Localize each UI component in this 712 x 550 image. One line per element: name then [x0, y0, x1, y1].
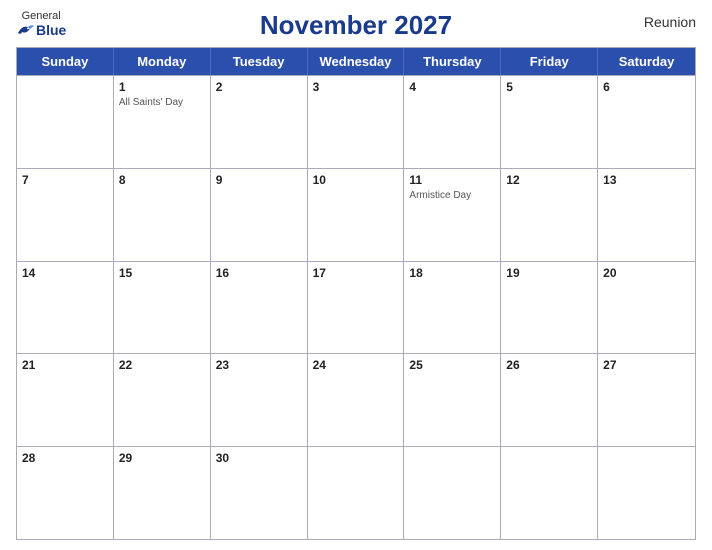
table-row: 21: [17, 354, 114, 446]
day-number: 11: [409, 172, 495, 189]
day-number: 8: [119, 172, 205, 189]
header-tuesday: Tuesday: [211, 48, 308, 75]
day-number: 4: [409, 79, 495, 96]
day-number: 26: [506, 357, 592, 374]
week-row-2: 789 10 11Armistice Day 12 13: [17, 168, 695, 261]
table-row: 15: [114, 262, 211, 354]
calendar-grid: Sunday Monday Tuesday Wednesday Thursday…: [16, 47, 696, 540]
day-number: 28: [22, 450, 108, 467]
table-row: 2: [211, 76, 308, 168]
day-number: 29: [119, 450, 205, 467]
table-row: 8: [114, 169, 211, 261]
table-row: 18: [404, 262, 501, 354]
table-row: 29: [114, 447, 211, 539]
table-row: 5: [501, 76, 598, 168]
header-sunday: Sunday: [17, 48, 114, 75]
week-row-3: 14 15 16 17 18 19 20: [17, 261, 695, 354]
table-row: 28: [17, 447, 114, 539]
table-row: 25: [404, 354, 501, 446]
day-number: 27: [603, 357, 690, 374]
day-number: 3: [313, 79, 399, 96]
day-number: 5: [506, 79, 592, 96]
day-number: 18: [409, 265, 495, 282]
weekday-header-row: Sunday Monday Tuesday Wednesday Thursday…: [17, 48, 695, 75]
table-row: 23: [211, 354, 308, 446]
calendar-page: General Blue November 2027 Reunion Sunda…: [0, 0, 712, 550]
table-row: 4: [404, 76, 501, 168]
day-number: 6: [603, 79, 690, 96]
table-row: 19: [501, 262, 598, 354]
table-row: 24: [308, 354, 405, 446]
table-row: [598, 447, 695, 539]
week-row-4: 21 22 23 24 25 26 27: [17, 353, 695, 446]
table-row: [501, 447, 598, 539]
logo-bird-icon: [16, 23, 34, 37]
calendar-header: General Blue November 2027 Reunion: [16, 10, 696, 41]
day-number: 10: [313, 172, 399, 189]
day-number: 7: [22, 172, 108, 189]
day-number: 2: [216, 79, 302, 96]
day-number: 17: [313, 265, 399, 282]
day-number: 30: [216, 450, 302, 467]
table-row: [17, 76, 114, 168]
day-number: 1: [119, 79, 205, 96]
table-row: 12: [501, 169, 598, 261]
table-row: 11Armistice Day: [404, 169, 501, 261]
table-row: 3: [308, 76, 405, 168]
region-label: Reunion: [644, 14, 696, 30]
logo-general-text: General: [22, 10, 61, 22]
day-number: 9: [216, 172, 302, 189]
header-friday: Friday: [501, 48, 598, 75]
week-row-1: 1All Saints' Day 23456: [17, 75, 695, 168]
day-number: 23: [216, 357, 302, 374]
table-row: 10: [308, 169, 405, 261]
day-number: 16: [216, 265, 302, 282]
day-number: 12: [506, 172, 592, 189]
day-number: 20: [603, 265, 690, 282]
header-saturday: Saturday: [598, 48, 695, 75]
table-row: 26: [501, 354, 598, 446]
logo-blue-text: Blue: [16, 22, 66, 38]
day-number: 14: [22, 265, 108, 282]
table-row: 17: [308, 262, 405, 354]
table-row: 1All Saints' Day: [114, 76, 211, 168]
day-number: 25: [409, 357, 495, 374]
calendar-body: 1All Saints' Day234567891011Armistice Da…: [17, 75, 695, 539]
table-row: [308, 447, 405, 539]
week-row-5: 28 29 30: [17, 446, 695, 539]
table-row: 6: [598, 76, 695, 168]
table-row: 14: [17, 262, 114, 354]
day-number: 24: [313, 357, 399, 374]
day-number: 21: [22, 357, 108, 374]
header-monday: Monday: [114, 48, 211, 75]
table-row: 20: [598, 262, 695, 354]
table-row: 16: [211, 262, 308, 354]
header-thursday: Thursday: [404, 48, 501, 75]
calendar-title: November 2027: [260, 10, 452, 41]
table-row: 27: [598, 354, 695, 446]
day-number: 15: [119, 265, 205, 282]
holiday-label: Armistice Day: [409, 190, 495, 202]
day-number: 13: [603, 172, 690, 189]
header-wednesday: Wednesday: [308, 48, 405, 75]
table-row: 13: [598, 169, 695, 261]
table-row: 30: [211, 447, 308, 539]
holiday-label: All Saints' Day: [119, 97, 205, 109]
day-number: 19: [506, 265, 592, 282]
table-row: [404, 447, 501, 539]
table-row: 22: [114, 354, 211, 446]
day-number: 22: [119, 357, 205, 374]
table-row: 9: [211, 169, 308, 261]
table-row: 7: [17, 169, 114, 261]
logo: General Blue: [16, 10, 66, 38]
